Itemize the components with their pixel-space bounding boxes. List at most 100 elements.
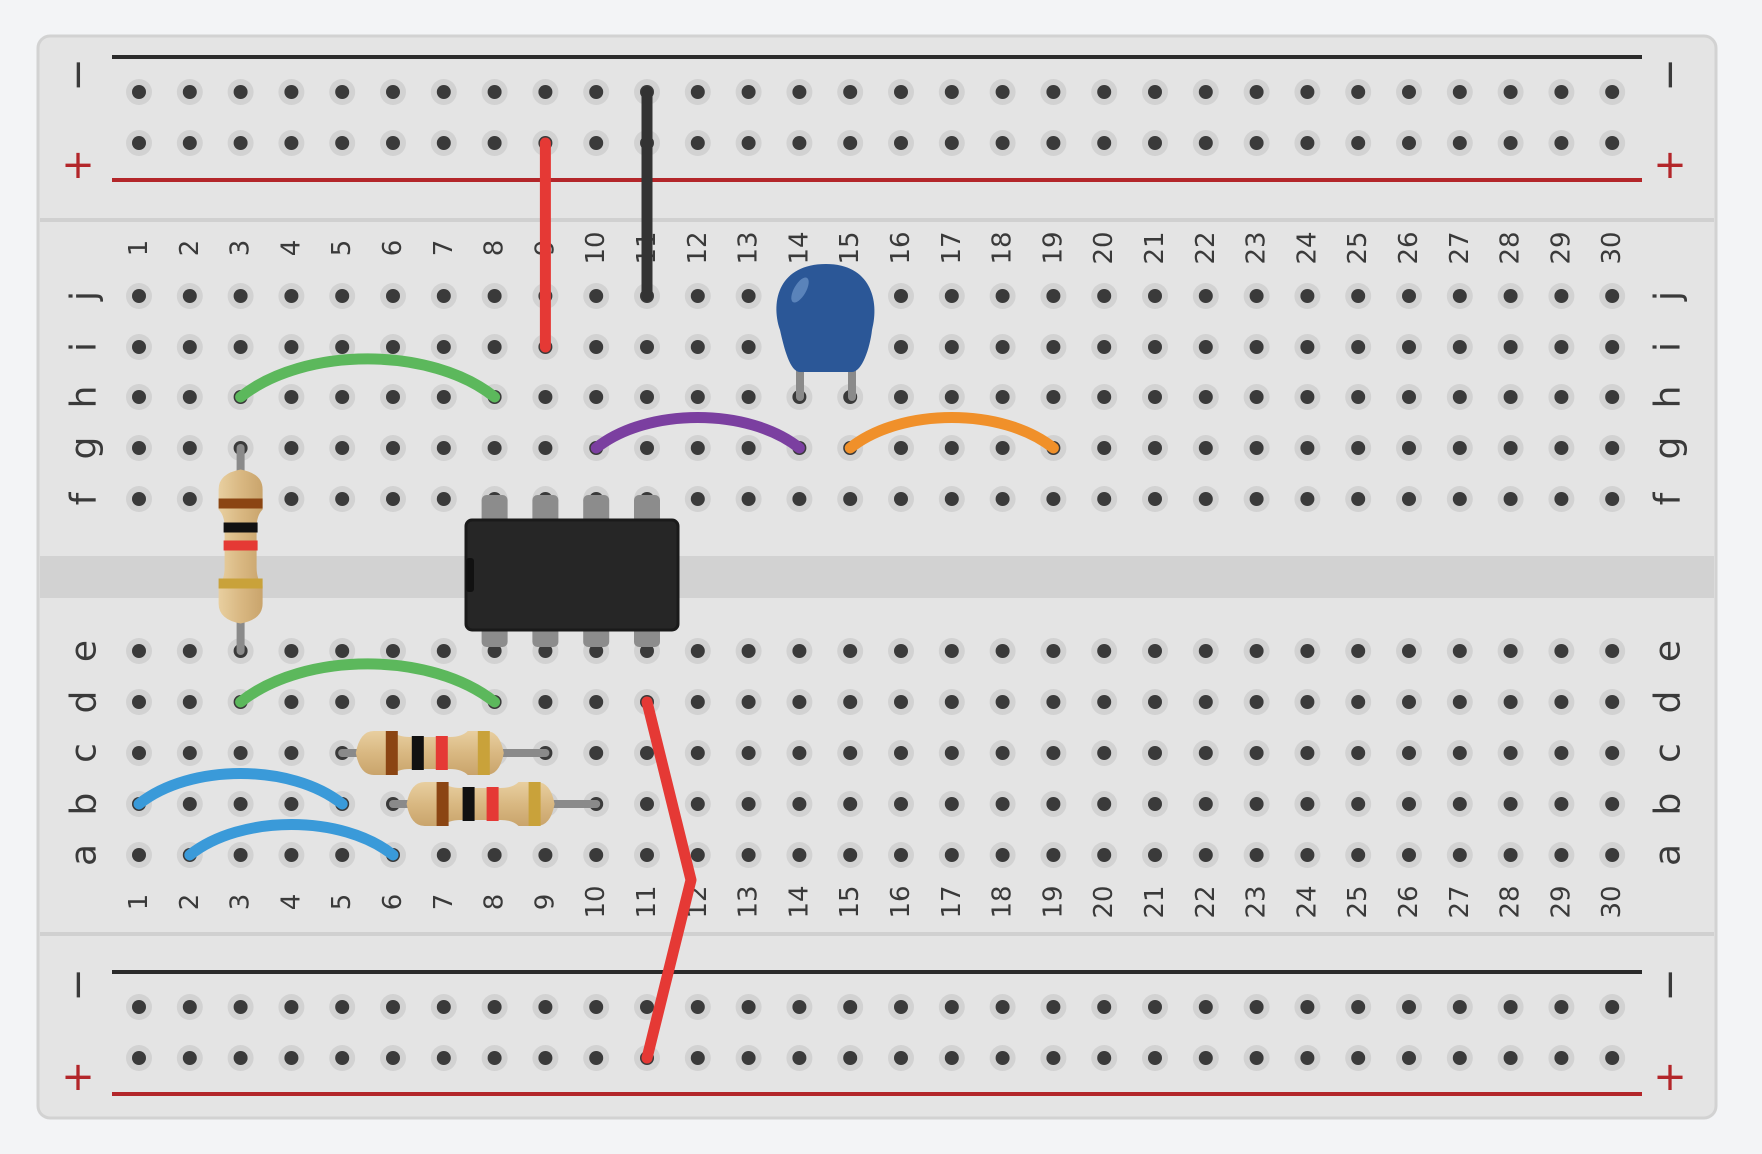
hole-h26-dot [1402, 390, 1416, 404]
rail-hole-top_minus-3-dot [233, 85, 248, 99]
rail-hole-top_minus-26-dot [1402, 85, 1416, 99]
hole-b19-dot [1046, 797, 1061, 811]
hole-d26-dot [1402, 695, 1416, 709]
rail-hole-top_plus-12-dot [690, 136, 705, 150]
hole-a3-dot [233, 848, 248, 862]
rail-hole-bottom_minus-10-dot [589, 1000, 604, 1014]
row-label-left-e: e [64, 640, 105, 662]
row-label-left-i: i [64, 342, 105, 352]
hole-d17-dot [944, 695, 959, 709]
row-label-left-c: c [64, 743, 105, 763]
hole-b15-dot [843, 797, 858, 811]
rail-hole-bottom_minus-24-dot [1300, 1000, 1315, 1014]
hole-c21-dot [1148, 746, 1162, 760]
hole-j26-dot [1402, 289, 1416, 303]
hole-e21-dot [1148, 644, 1162, 658]
rail-hole-bottom_plus-19-dot [1046, 1051, 1061, 1065]
rail-hole-top_plus-1-dot [132, 136, 146, 150]
hole-j2-dot [182, 289, 197, 303]
rail-hole-bottom_plus-15-dot [843, 1051, 858, 1065]
column-label-top-20: 20 [1089, 231, 1119, 264]
hole-c26-dot [1402, 746, 1416, 760]
hole-i28-dot [1503, 340, 1518, 354]
hole-j12-dot [690, 289, 705, 303]
column-label-top-6: 6 [378, 240, 408, 257]
hole-g21-dot [1148, 441, 1162, 455]
hole-i13-dot [741, 340, 756, 354]
column-label-top-21: 21 [1140, 231, 1170, 264]
hole-a18-dot [995, 848, 1010, 862]
hole-g4-dot [284, 441, 299, 455]
bottom-plus-sign-right: + [1653, 1054, 1687, 1100]
column-label-bottom-17: 17 [937, 885, 967, 918]
hole-e22-dot [1198, 644, 1213, 658]
rail-hole-top_plus-5-dot [335, 136, 350, 150]
hole-e16-dot [894, 644, 908, 658]
rail-hole-bottom_minus-6-dot [386, 1000, 400, 1014]
hole-g16-dot [894, 441, 908, 455]
hole-j23-dot [1249, 289, 1264, 303]
hole-b25-dot [1351, 797, 1366, 811]
column-label-top-1: 1 [124, 240, 154, 257]
hole-a10-dot [589, 848, 604, 862]
column-label-bottom-6: 6 [378, 894, 408, 911]
rail-hole-bottom_minus-16-dot [894, 1000, 908, 1014]
hole-j21-dot [1148, 289, 1162, 303]
hole-a27-dot [1452, 848, 1467, 862]
hole-h21-dot [1148, 390, 1162, 404]
row-label-left-h: h [64, 386, 105, 409]
rail-hole-bottom_plus-22-dot [1198, 1051, 1213, 1065]
hole-c22-dot [1198, 746, 1213, 760]
hole-f27-dot [1452, 492, 1467, 506]
hole-b12-dot [690, 797, 705, 811]
rail-hole-top_minus-8-dot [487, 85, 502, 99]
rail-hole-bottom_minus-28-dot [1503, 1000, 1518, 1014]
column-label-top-25: 25 [1343, 231, 1373, 264]
hole-j30-dot [1605, 289, 1620, 303]
hole-h30-dot [1605, 390, 1620, 404]
rail-hole-bottom_plus-26-dot [1402, 1051, 1416, 1065]
rail-hole-bottom_plus-23-dot [1249, 1051, 1264, 1065]
hole-a14-dot [792, 848, 807, 862]
rail-hole-top_plus-13-dot [741, 136, 756, 150]
hole-g28-dot [1503, 441, 1518, 455]
hole-a15-dot [843, 848, 858, 862]
column-label-bottom-5: 5 [327, 894, 357, 911]
column-label-bottom-28: 28 [1496, 885, 1526, 918]
hole-c20-dot [1097, 746, 1112, 760]
rail-hole-bottom_minus-8-dot [487, 1000, 502, 1014]
hole-d27-dot [1452, 695, 1467, 709]
hole-e26-dot [1402, 644, 1416, 658]
hole-d23-dot [1249, 695, 1264, 709]
hole-a26-dot [1402, 848, 1416, 862]
hole-c1-dot [132, 746, 146, 760]
rail-hole-bottom_minus-7-dot [436, 1000, 451, 1014]
hole-h5-dot [335, 390, 350, 404]
hole-b23-dot [1249, 797, 1264, 811]
hole-i22-dot [1198, 340, 1213, 354]
rail-hole-bottom_minus-25-dot [1351, 1000, 1366, 1014]
hole-f6-dot [386, 492, 400, 506]
hole-i25-dot [1351, 340, 1366, 354]
column-label-top-10: 10 [581, 231, 611, 264]
hole-j19-dot [1046, 289, 1061, 303]
hole-j22-dot [1198, 289, 1213, 303]
rail-hole-bottom_plus-17-dot [944, 1051, 959, 1065]
hole-b13-dot [741, 797, 756, 811]
hole-d24-dot [1300, 695, 1315, 709]
hole-h6-dot [386, 390, 400, 404]
rail-hole-bottom_plus-14-dot [792, 1051, 807, 1065]
hole-d13-dot [741, 695, 756, 709]
row-label-right-a: a [1648, 844, 1689, 866]
hole-j5-dot [335, 289, 350, 303]
rail-hole-top_minus-7-dot [436, 85, 451, 99]
column-label-bottom-16: 16 [886, 885, 916, 918]
hole-g27-dot [1452, 441, 1467, 455]
rail-hole-bottom_plus-27-dot [1452, 1051, 1467, 1065]
column-label-top-17: 17 [937, 231, 967, 264]
hole-b2-dot [182, 797, 197, 811]
hole-i5-dot [335, 340, 350, 354]
hole-e6-dot [386, 644, 400, 658]
hole-d6-dot [386, 695, 400, 709]
hole-i29-dot [1554, 340, 1569, 354]
